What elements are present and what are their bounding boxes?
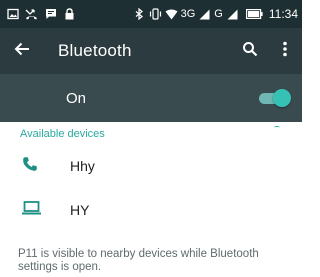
device-item-hy[interactable]: HY <box>0 188 302 232</box>
device-item-hhy[interactable]: Hhy <box>0 144 302 188</box>
search-icon <box>242 41 258 62</box>
message-icon <box>44 8 57 21</box>
clock: 11:34 <box>268 7 298 21</box>
signal-icon <box>198 8 211 21</box>
device-name: HY <box>70 202 90 218</box>
phone-icon <box>22 156 38 177</box>
missed-call-icon <box>25 8 38 21</box>
battery-icon <box>246 8 264 21</box>
toolbar: Bluetooth <box>0 28 302 74</box>
visibility-notice: P11 is visible to nearby devices while B… <box>18 248 259 273</box>
lock-icon <box>63 8 76 21</box>
bluetooth-master-switch-row[interactable]: On <box>0 74 302 122</box>
more-vert-icon <box>283 41 287 62</box>
scanning-progress-icon <box>274 126 280 129</box>
switch-label: On <box>66 89 87 107</box>
status-bar: 3G G 11:34 <box>0 0 302 28</box>
wifi-icon <box>165 8 178 21</box>
bluetooth-icon <box>133 8 146 21</box>
search-button[interactable] <box>232 28 268 74</box>
picture-icon <box>6 8 19 21</box>
back-button[interactable] <box>0 28 44 74</box>
network-type-label: 3G <box>180 7 196 20</box>
laptop-icon <box>22 200 41 220</box>
vibrate-icon <box>149 8 162 21</box>
back-arrow-icon <box>14 41 30 62</box>
more-options-button[interactable] <box>268 28 302 74</box>
bluetooth-toggle[interactable] <box>259 89 291 107</box>
section-header-available-devices: Available devices <box>20 128 105 140</box>
device-list: Available devices Hhy HY P11 is visible … <box>0 122 302 277</box>
signal-icon <box>226 8 239 21</box>
network-type-label-2: G <box>214 7 223 20</box>
toggle-thumb <box>273 89 291 107</box>
device-name: Hhy <box>70 158 95 174</box>
page-title: Bluetooth <box>58 41 132 60</box>
